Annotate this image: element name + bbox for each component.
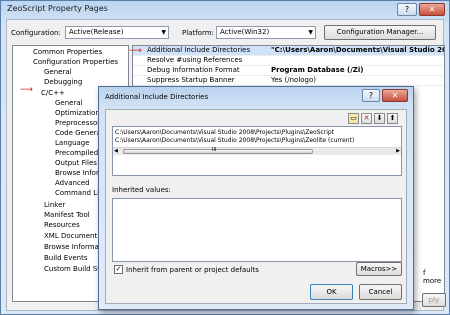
grid-row-key: Additional Include Directories xyxy=(147,46,251,54)
tree-item-cpp[interactable]: C/C++ xyxy=(41,89,65,98)
list-item[interactable]: C:\Users\Aaron\Documents\Visual Studio 2… xyxy=(115,137,354,144)
grid-row-value: "C:\Users\Aaron\Documents\Visual Studio … xyxy=(271,46,444,54)
dialog-body: ▭ ✕ ⬇ ⬆ C:\Users\Aaron\Documents\Visual … xyxy=(105,109,407,304)
chevron-down-icon: ▼ xyxy=(308,29,313,36)
inherit-checkbox-label: Inherit from parent or project defaults xyxy=(126,266,259,274)
list-item[interactable]: C:\Users\Aaron\Documents\Visual Studio 2… xyxy=(115,129,334,136)
tree-item[interactable]: Preprocessor xyxy=(55,119,100,128)
platform-label: Platform: xyxy=(182,29,214,37)
tree-item[interactable]: Resources xyxy=(44,221,80,230)
inherited-values-box xyxy=(112,198,402,262)
dialog-title: Additional Include Directories xyxy=(105,93,209,101)
tree-item[interactable]: Custom Build St xyxy=(44,265,100,274)
scroll-grip: III xyxy=(212,147,217,153)
help-button[interactable]: ? xyxy=(362,89,380,102)
include-directories-dialog: Additional Include Directories ? ✕ ▭ ✕ ⬇… xyxy=(98,86,414,310)
tree-item[interactable]: Manifest Tool xyxy=(44,211,90,220)
directories-list[interactable]: C:\Users\Aaron\Documents\Visual Studio 2… xyxy=(112,126,402,176)
inherit-checkbox[interactable]: ✓ xyxy=(114,265,123,274)
grid-row-value: Program Database (/Zi) xyxy=(271,66,364,74)
grid-row-key: Debug Information Format xyxy=(147,66,240,74)
chevron-down-icon: ▼ xyxy=(161,29,166,36)
red-arrow-annotation: ⟶ xyxy=(20,85,33,95)
tree-item[interactable]: Build Events xyxy=(44,254,88,263)
configuration-value: Active(Release) xyxy=(69,28,124,36)
scroll-right-icon[interactable]: ▶ xyxy=(396,148,400,154)
configuration-dropdown[interactable]: Active(Release) ▼ xyxy=(65,26,169,39)
delete-icon[interactable]: ✕ xyxy=(361,113,372,124)
grid-row[interactable]: Resolve #using References xyxy=(133,56,444,66)
tree-item[interactable]: Output Files xyxy=(55,159,97,168)
grid-row-key: Suppress Startup Banner xyxy=(147,76,235,84)
platform-dropdown[interactable]: Active(Win32) ▼ xyxy=(216,26,316,39)
apply-button[interactable]: ply xyxy=(422,293,446,307)
property-pages-window: ZeoScript Property Pages ? ✕ Configurati… xyxy=(0,0,450,315)
tree-item[interactable]: Debugging xyxy=(44,78,82,87)
platform-value: Active(Win32) xyxy=(220,28,270,36)
grid-row-value: Yes (/nologo) xyxy=(271,76,317,84)
scrollbar-thumb[interactable]: III xyxy=(123,147,313,154)
help-button[interactable]: ? xyxy=(397,3,417,16)
grid-row[interactable]: Debug Information Format Program Databas… xyxy=(133,66,444,76)
tree-item[interactable]: Configuration Properties xyxy=(33,58,118,67)
move-down-icon[interactable]: ⬇ xyxy=(374,113,385,124)
close-button[interactable]: ✕ xyxy=(419,3,445,16)
move-up-icon[interactable]: ⬆ xyxy=(387,113,398,124)
tree-item[interactable]: Common Properties xyxy=(33,48,102,57)
grid-row-key: Resolve #using References xyxy=(147,56,243,64)
red-arrow-annotation: ⟶ xyxy=(129,46,142,56)
close-button[interactable]: ✕ xyxy=(382,89,408,102)
scroll-left-icon[interactable]: ◀ xyxy=(114,148,118,154)
tree-item[interactable]: Advanced xyxy=(55,179,90,188)
window-title: ZeoScript Property Pages xyxy=(7,4,108,13)
configuration-label: Configuration: xyxy=(11,29,61,37)
horizontal-scrollbar[interactable]: ◀ III ▶ xyxy=(113,147,401,155)
macros-button[interactable]: Macros>> xyxy=(356,262,402,276)
cancel-button[interactable]: Cancel xyxy=(359,284,402,300)
tree-item[interactable]: Optimization xyxy=(55,109,100,118)
more-text-fragment: f more xyxy=(423,269,442,285)
tree-item[interactable]: Language xyxy=(55,139,90,148)
ok-button[interactable]: OK xyxy=(310,284,353,300)
new-folder-icon[interactable]: ▭ xyxy=(348,113,359,124)
grid-row[interactable]: Suppress Startup Banner Yes (/nologo) xyxy=(133,76,444,86)
inherited-values-label: Inherited values: xyxy=(112,186,171,194)
configuration-manager-button[interactable]: Configuration Manager... xyxy=(324,25,436,40)
tree-item[interactable]: General xyxy=(55,99,83,108)
tree-item[interactable]: General xyxy=(44,68,72,77)
grid-row-selected[interactable]: Additional Include Directories "C:\Users… xyxy=(133,46,444,56)
tree-item[interactable]: Linker xyxy=(44,201,65,210)
